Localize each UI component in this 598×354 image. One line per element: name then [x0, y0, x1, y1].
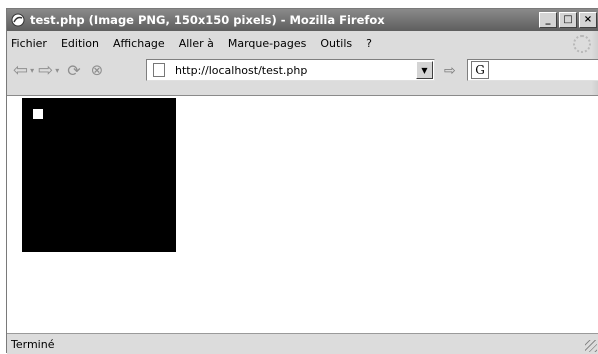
status-text: Terminé: [11, 337, 55, 351]
menu-affichage[interactable]: Affichage: [113, 37, 165, 50]
maximize-button[interactable]: □: [559, 12, 577, 28]
page-icon: [153, 63, 165, 77]
png-image: [22, 98, 176, 252]
url-dropdown-button[interactable]: ▼: [416, 61, 433, 79]
status-bar: Terminé: [7, 333, 598, 354]
close-button[interactable]: ×: [579, 12, 597, 28]
url-field[interactable]: http://localhost/test.php ▼: [146, 59, 435, 81]
throbber-icon: [573, 35, 591, 53]
navigation-toolbar: ⇦ ▾ ⇨ ▾ ⟳ ⊗ http://localhost/test.php ▼ …: [7, 55, 598, 85]
menu-marque-pages[interactable]: Marque-pages: [228, 37, 306, 50]
search-engine-icon[interactable]: G: [471, 61, 489, 79]
menu-edition[interactable]: Edition: [61, 37, 99, 50]
menu-bar: Fichier Edition Affichage Aller à Marque…: [7, 31, 598, 55]
search-field[interactable]: G: [467, 59, 598, 81]
browser-window: test.php (Image PNG, 150x150 pixels) - M…: [6, 8, 598, 354]
url-text[interactable]: http://localhost/test.php: [175, 64, 307, 77]
go-icon[interactable]: ⇨: [444, 63, 456, 79]
white-square: [33, 109, 43, 119]
resize-grip-icon[interactable]: [585, 340, 597, 352]
menu-fichier[interactable]: Fichier: [11, 37, 47, 50]
menu-outils[interactable]: Outils: [320, 37, 352, 50]
window-title: test.php (Image PNG, 150x150 pixels) - M…: [30, 13, 385, 27]
stop-icon[interactable]: ⊗: [91, 59, 104, 81]
forward-icon[interactable]: ⇨: [38, 59, 53, 81]
title-bar[interactable]: test.php (Image PNG, 150x150 pixels) - M…: [7, 9, 598, 31]
firefox-icon: [10, 12, 26, 28]
minimize-button[interactable]: _: [539, 12, 557, 28]
menu-help[interactable]: ?: [366, 37, 372, 50]
menu-aller[interactable]: Aller à: [179, 37, 214, 50]
back-icon[interactable]: ⇦: [13, 59, 28, 81]
forward-dropdown-icon[interactable]: ▾: [55, 66, 59, 75]
back-dropdown-icon[interactable]: ▾: [30, 66, 34, 75]
reload-icon[interactable]: ⟳: [67, 59, 80, 81]
page-content: [7, 95, 598, 334]
